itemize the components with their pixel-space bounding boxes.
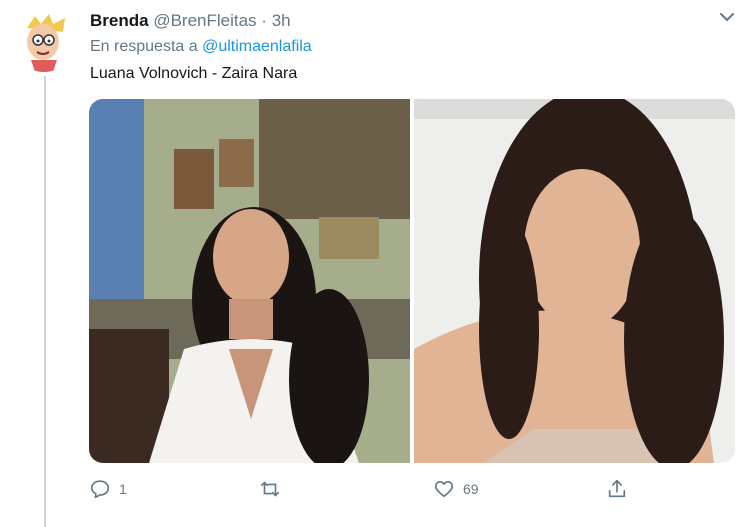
reply-prefix: En respuesta a <box>90 38 198 55</box>
display-name[interactable]: Brenda <box>90 11 149 30</box>
chevron-down-icon[interactable] <box>720 12 734 22</box>
reply-context: En respuesta a @ultimaenlafila <box>90 38 312 56</box>
photo-left[interactable] <box>89 99 410 463</box>
tweet-actions: 1 69 <box>89 478 649 504</box>
tweet-header: Brenda @BrenFleitas · 3h <box>90 11 291 31</box>
tweet-text: Luana Volnovich - Zaira Nara <box>90 65 298 82</box>
timestamp[interactable]: 3h <box>272 11 291 30</box>
media-grid <box>89 99 735 463</box>
like-icon[interactable] <box>433 478 455 500</box>
photo-right[interactable] <box>414 99 735 463</box>
avatar-illustration <box>13 10 75 72</box>
user-handle[interactable]: @BrenFleitas <box>153 11 256 30</box>
avatar[interactable] <box>13 10 75 72</box>
separator-dot: · <box>261 11 267 30</box>
like-action[interactable]: 69 <box>433 478 479 500</box>
retweet-icon[interactable] <box>259 478 281 500</box>
thread-line <box>44 76 46 527</box>
reply-action[interactable]: 1 <box>89 478 127 500</box>
share-action[interactable] <box>606 478 628 500</box>
reply-count: 1 <box>119 481 127 497</box>
like-count: 69 <box>463 481 479 497</box>
reply-icon[interactable] <box>89 478 111 500</box>
reply-mention-link[interactable]: @ultimaenlafila <box>202 38 312 55</box>
retweet-action[interactable] <box>259 478 289 500</box>
share-icon[interactable] <box>606 478 628 500</box>
